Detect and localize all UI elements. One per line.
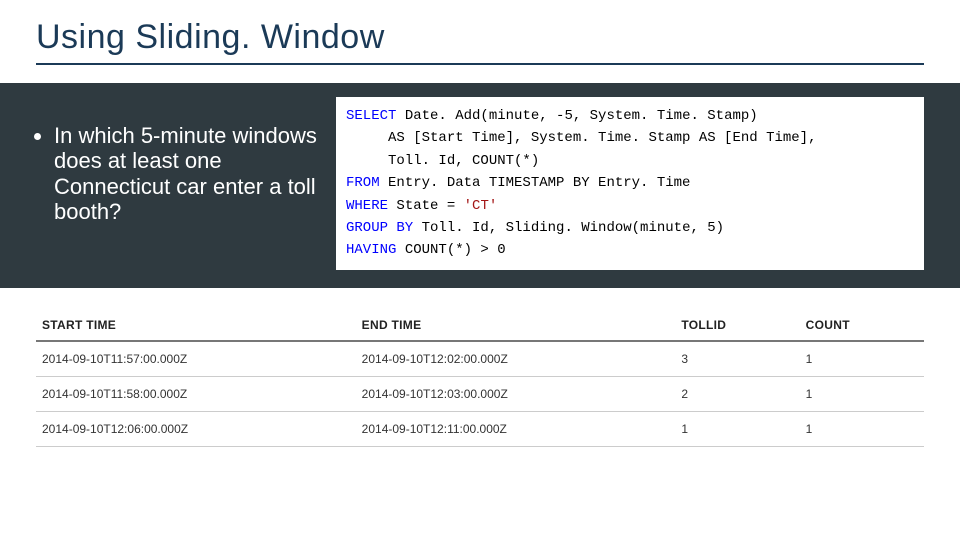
code-text: Date. Add(minute, -5, System. Time. Stam… xyxy=(396,108,757,124)
table-row: 2014-09-10T11:57:00.000Z 2014-09-10T12:0… xyxy=(36,341,924,377)
code-str: 'CT' xyxy=(464,198,498,214)
col-end: END TIME xyxy=(356,310,676,341)
cell-end: 2014-09-10T12:03:00.000Z xyxy=(356,376,676,411)
cell-start: 2014-09-10T12:06:00.000Z xyxy=(36,411,356,446)
results-table: START TIME END TIME TOLLID COUNT 2014-09… xyxy=(36,310,924,447)
code-kw: FROM xyxy=(346,175,380,191)
col-toll: TOLLID xyxy=(675,310,799,341)
code-text: AS [Start Time], System. Time. Stamp AS … xyxy=(346,130,816,146)
code-kw: GROUP BY xyxy=(346,220,413,236)
code-kw: HAVING xyxy=(346,242,396,258)
col-count: COUNT xyxy=(800,310,924,341)
cell-toll: 1 xyxy=(675,411,799,446)
cell-toll: 2 xyxy=(675,376,799,411)
code-text: Toll. Id, Sliding. Window(minute, 5) xyxy=(413,220,724,236)
bullet-item: In which 5-minute windows does at least … xyxy=(54,123,328,224)
cell-start: 2014-09-10T11:57:00.000Z xyxy=(36,341,356,377)
table-row: 2014-09-10T11:58:00.000Z 2014-09-10T12:0… xyxy=(36,376,924,411)
bullet-column: In which 5-minute windows does at least … xyxy=(36,97,336,270)
table-header-row: START TIME END TIME TOLLID COUNT xyxy=(36,310,924,341)
cell-end: 2014-09-10T12:02:00.000Z xyxy=(356,341,676,377)
slide: Using Sliding. Window In which 5-minute … xyxy=(0,0,960,540)
cell-start: 2014-09-10T11:58:00.000Z xyxy=(36,376,356,411)
code-text: Toll. Id, COUNT(*) xyxy=(346,153,539,169)
code-text: State = xyxy=(388,198,464,214)
code-text: COUNT(*) > 0 xyxy=(396,242,505,258)
col-start: START TIME xyxy=(36,310,356,341)
cell-toll: 3 xyxy=(675,341,799,377)
code-block: SELECT Date. Add(minute, -5, System. Tim… xyxy=(336,97,924,270)
cell-end: 2014-09-10T12:11:00.000Z xyxy=(356,411,676,446)
cell-count: 1 xyxy=(800,411,924,446)
table-row: 2014-09-10T12:06:00.000Z 2014-09-10T12:1… xyxy=(36,411,924,446)
code-text: Entry. Data TIMESTAMP BY Entry. Time xyxy=(380,175,691,191)
content-band: In which 5-minute windows does at least … xyxy=(0,83,960,288)
slide-title: Using Sliding. Window xyxy=(36,18,924,57)
code-kw: WHERE xyxy=(346,198,388,214)
results-table-wrap: START TIME END TIME TOLLID COUNT 2014-09… xyxy=(36,310,924,447)
cell-count: 1 xyxy=(800,341,924,377)
title-rule xyxy=(36,63,924,65)
code-kw: SELECT xyxy=(346,108,396,124)
cell-count: 1 xyxy=(800,376,924,411)
